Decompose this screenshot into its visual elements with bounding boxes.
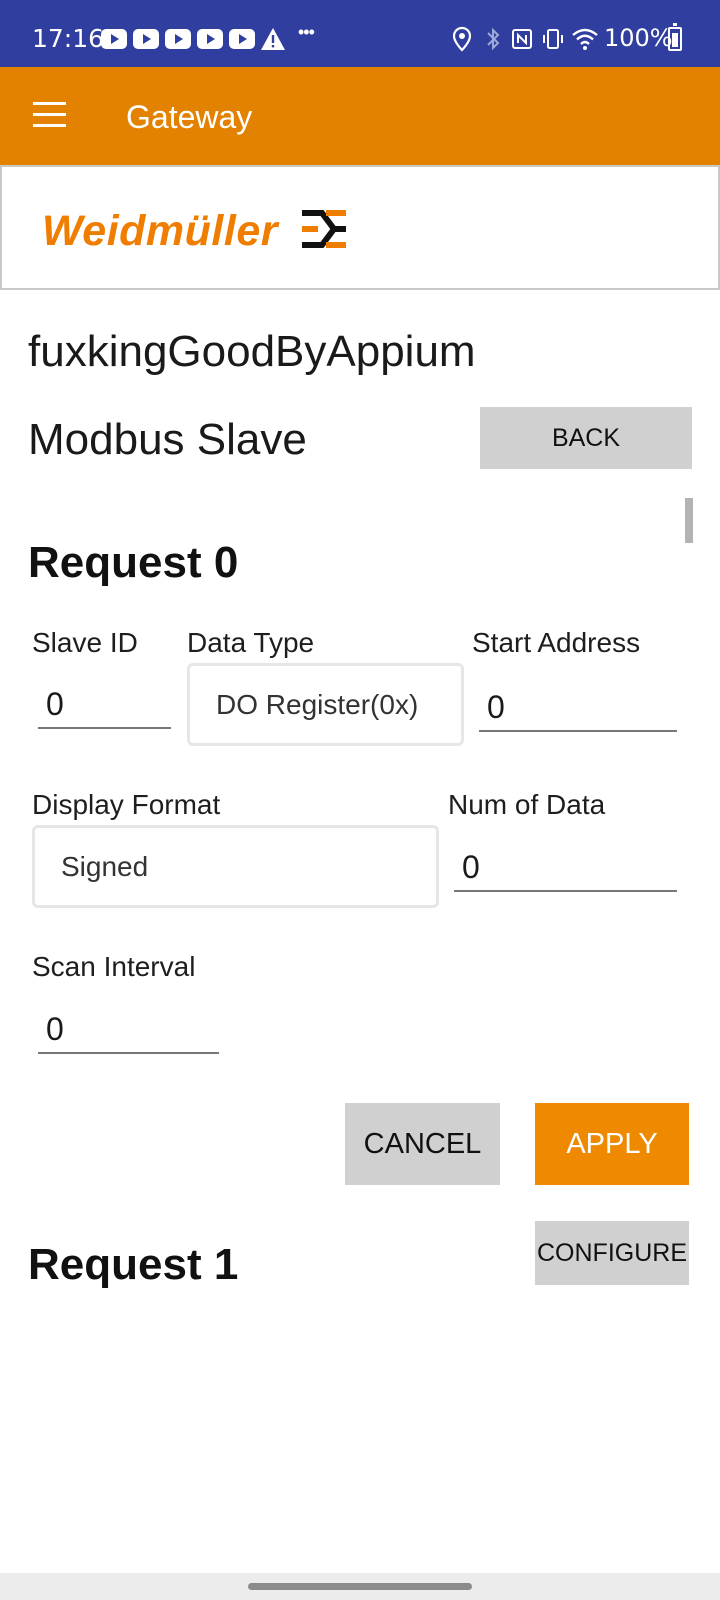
- slave-id-label: Slave ID: [32, 627, 138, 658]
- request-title: Request 1: [28, 1240, 239, 1289]
- scan-interval-input[interactable]: [38, 1006, 219, 1054]
- wifi-icon: [572, 28, 598, 50]
- display-format-label: Display Format: [32, 789, 221, 820]
- slave-id-input[interactable]: [38, 681, 171, 729]
- section-title: Modbus Slave: [28, 415, 307, 464]
- app-title: Gateway: [126, 99, 253, 135]
- youtube-icon: [101, 29, 127, 49]
- apply-button[interactable]: APPLY: [535, 1103, 689, 1185]
- battery-percentage: 100%: [604, 24, 673, 52]
- logo-banner: Weidmüller: [0, 165, 720, 290]
- youtube-icon: [229, 29, 255, 49]
- scrollbar[interactable]: [685, 498, 693, 543]
- scan-interval-label: Scan Interval: [32, 951, 196, 982]
- request-title: Request 0: [28, 538, 239, 587]
- app-bar: Gateway: [0, 67, 720, 165]
- num-of-data-label: Num of Data: [448, 789, 606, 820]
- bluetooth-icon: [487, 27, 500, 51]
- navigation-bar: [0, 1573, 720, 1600]
- gateway-name: fuxkingGoodByAppium: [28, 327, 476, 376]
- youtube-icon: [133, 29, 159, 49]
- battery-icon: [668, 23, 682, 51]
- cancel-button[interactable]: CANCEL: [345, 1103, 500, 1185]
- brand-mark-icon: [302, 210, 346, 248]
- home-gesture-handle[interactable]: [248, 1583, 472, 1590]
- warning-icon: [261, 28, 285, 50]
- data-type-label: Data Type: [187, 627, 315, 658]
- start-address-input[interactable]: [479, 684, 677, 732]
- configure-button[interactable]: CONFIGURE: [535, 1221, 689, 1285]
- youtube-icon: [197, 29, 223, 49]
- num-of-data-input[interactable]: [454, 844, 677, 892]
- vibrate-icon: [543, 29, 563, 49]
- more-icon: •••: [298, 22, 315, 42]
- data-type-value: DO Register(0x): [216, 688, 419, 720]
- brand-logo: Weidmüller: [42, 207, 278, 255]
- nfc-icon: [512, 29, 532, 49]
- start-address-label: Start Address: [472, 627, 641, 658]
- youtube-icon: [165, 29, 191, 49]
- data-type-select[interactable]: DO Register(0x): [187, 663, 464, 746]
- back-button[interactable]: BACK: [480, 407, 692, 469]
- status-bar: 17:16 ••• 100%: [0, 0, 720, 67]
- location-icon: [452, 26, 472, 52]
- menu-icon[interactable]: [22, 89, 76, 143]
- display-format-select[interactable]: Signed: [32, 825, 439, 908]
- display-format-value: Signed: [61, 850, 149, 882]
- status-time: 17:16: [32, 24, 105, 53]
